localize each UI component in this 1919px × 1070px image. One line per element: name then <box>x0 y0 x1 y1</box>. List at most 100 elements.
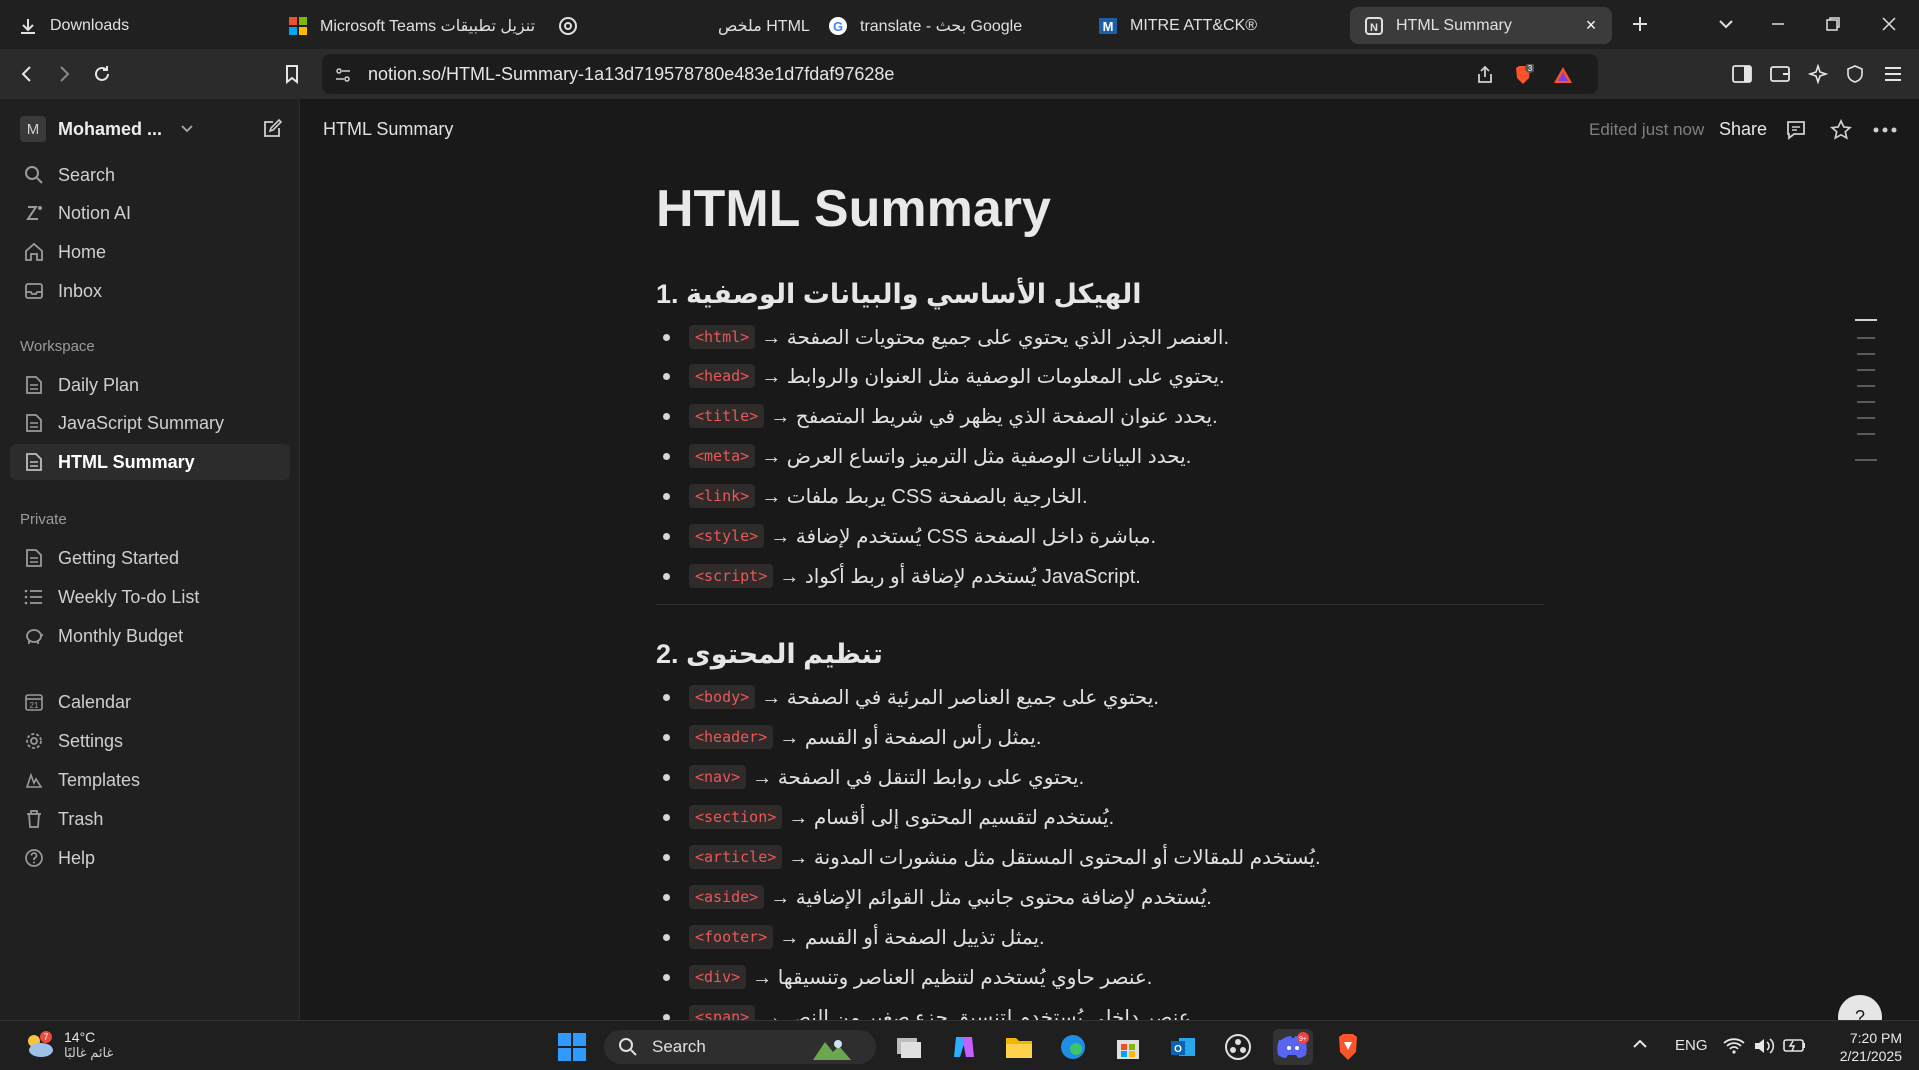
restore-icon[interactable] <box>1821 12 1845 36</box>
toc-marker[interactable] <box>1857 369 1875 371</box>
list-item[interactable]: <script> → يُستخدم لإضافة أو ربط أكواد Ja… <box>663 561 1141 591</box>
wallet-icon[interactable] <box>1768 62 1792 86</box>
site-settings-icon[interactable] <box>332 64 354 86</box>
wifi-icon[interactable] <box>1723 1037 1745 1059</box>
sidebar-item-monthly-budget[interactable]: Monthly Budget <box>10 618 290 654</box>
sidebar-item-templates[interactable]: Templates <box>10 762 290 798</box>
file-explorer-icon[interactable] <box>999 1029 1039 1065</box>
bookmark-icon[interactable] <box>280 62 304 86</box>
list-item[interactable]: <body> → يحتوي على جميع العناصر المرئية ف… <box>663 682 1159 712</box>
leo-ai-icon[interactable] <box>1806 62 1830 86</box>
brave-rewards-icon[interactable] <box>1552 64 1574 86</box>
list-item[interactable]: <header> → يمثل رأس الصفحة أو القسم. <box>663 722 1041 752</box>
list-item[interactable]: <footer> → يمثل تذييل الصفحة أو القسم. <box>663 922 1045 952</box>
close-tab-icon[interactable]: × <box>1582 16 1600 34</box>
forward-icon[interactable] <box>52 62 76 86</box>
toc-marker[interactable] <box>1855 319 1877 321</box>
url-text[interactable]: notion.so/HTML-Summary-1a13d719578780e48… <box>368 64 894 85</box>
sidebar-item-home[interactable]: Home <box>10 234 290 270</box>
favorite-star-icon[interactable] <box>1828 117 1854 143</box>
list-item[interactable]: <html> → العنصر الجذر الذي يحتوي على جميع… <box>663 322 1229 352</box>
battery-icon[interactable] <box>1783 1037 1807 1057</box>
weather-widget[interactable]: 7 14°C غائم غالبًا <box>22 1029 113 1061</box>
sidebar-toggle-icon[interactable] <box>1730 62 1754 86</box>
toc-marker[interactable] <box>1857 337 1875 339</box>
tab-teams[interactable]: Microsoft Teams تنزيل تطبيقات <box>274 7 544 44</box>
back-icon[interactable] <box>15 62 39 86</box>
tab-google[interactable]: G translate - بحث Google <box>814 7 1084 44</box>
page-icon <box>22 373 46 397</box>
comments-icon[interactable] <box>1783 117 1809 143</box>
sidebar-item-javascript-summary[interactable]: JavaScript Summary <box>10 405 290 441</box>
reload-icon[interactable] <box>90 62 114 86</box>
new-page-icon[interactable] <box>260 117 284 141</box>
toc-marker[interactable] <box>1857 433 1875 435</box>
tray-overflow-chevron-icon[interactable] <box>1632 1037 1648 1055</box>
share-button[interactable]: Share <box>1719 119 1767 140</box>
sidebar-item-weekly-todo[interactable]: Weekly To-do List <box>10 579 290 615</box>
new-tab-icon[interactable] <box>1628 12 1652 36</box>
discord-icon[interactable]: 9+ <box>1273 1029 1313 1065</box>
vpn-shield-icon[interactable] <box>1843 62 1867 86</box>
close-window-icon[interactable] <box>1877 12 1901 36</box>
microsoft-store-icon[interactable] <box>1108 1029 1148 1065</box>
input-language[interactable]: ENG <box>1675 1037 1708 1054</box>
browser-menu-icon[interactable] <box>1881 62 1905 86</box>
sidebar-item-help[interactable]: Help <box>10 840 290 876</box>
sidebar-item-inbox[interactable]: Inbox <box>10 273 290 309</box>
sidebar-item-calendar[interactable]: 21 Calendar <box>10 684 290 720</box>
workspace-switcher[interactable]: M Mohamed ... <box>20 116 194 142</box>
toc-marker[interactable] <box>1857 417 1875 419</box>
help-question-icon[interactable]: ? <box>1838 995 1882 1020</box>
sidebar-item-html-summary[interactable]: HTML Summary <box>10 444 290 480</box>
list-item[interactable]: <span> → عنصر داخلي يُستخدم لتنسيق جزء صغ… <box>663 1002 1196 1020</box>
sidebar-item-getting-started[interactable]: Getting Started <box>10 540 290 576</box>
page-title[interactable]: HTML Summary <box>656 179 1051 239</box>
windows-start-icon[interactable] <box>552 1029 592 1065</box>
list-item[interactable]: <head> → يحتوي على المعلومات الوصفية مثل … <box>663 361 1225 391</box>
volume-icon[interactable] <box>1753 1037 1775 1059</box>
toc-marker[interactable] <box>1857 385 1875 387</box>
outlook-icon[interactable]: O <box>1163 1029 1203 1065</box>
tab-mitre[interactable]: M MITRE ATT&CK® <box>1084 7 1344 44</box>
taskbar-search[interactable]: Search <box>604 1030 876 1064</box>
windows-taskbar: 7 14°C غائم غالبًا Search O 9+ ENG 7:20 … <box>0 1020 1919 1070</box>
tab-html-summary[interactable]: N HTML Summary × <box>1350 7 1612 44</box>
list-item[interactable]: <section> → يُستخدم لتقسيم المحتوى إلى أق… <box>663 802 1114 832</box>
toc-marker[interactable] <box>1857 401 1875 403</box>
list-item[interactable]: <meta> → يحدد البيانات الوصفية مثل الترمي… <box>663 441 1191 471</box>
tab-chatgpt[interactable]: ملخص HTML <box>544 7 814 44</box>
edge-icon[interactable] <box>1053 1029 1093 1065</box>
list-item[interactable]: <title> → يحدد عنوان الصفحة الذي يظهر في … <box>663 401 1218 431</box>
breadcrumb[interactable]: HTML Summary <box>323 119 453 140</box>
gear-icon <box>22 729 46 753</box>
bullet-dot <box>663 492 670 500</box>
section-heading-1[interactable]: 1. الهيكل الأساسي والبيانات الوصفية <box>656 279 1142 310</box>
list-item[interactable]: <nav> → يحتوي على روابط التنقل في الصفحة. <box>663 762 1084 792</box>
sidebar-item-trash[interactable]: Trash <box>10 801 290 837</box>
task-view-icon[interactable] <box>889 1029 929 1065</box>
copilot-icon[interactable] <box>944 1029 984 1065</box>
list-item[interactable]: <link> → يربط ملفات CSS الخارجية بالصفحة. <box>663 481 1088 511</box>
obs-icon[interactable] <box>1218 1029 1258 1065</box>
section-heading-2[interactable]: 2. تنظيم المحتوى <box>656 639 883 670</box>
sidebar-item-search[interactable]: Search <box>10 157 290 193</box>
minimize-icon[interactable] <box>1766 12 1790 36</box>
list-item[interactable]: <aside> → يُستخدم لإضافة محتوى جانبي مثل … <box>663 882 1212 912</box>
system-clock[interactable]: 7:20 PM 2/21/2025 <box>1822 1029 1902 1065</box>
sidebar-item-daily-plan[interactable]: Daily Plan <box>10 367 290 403</box>
brave-shields-icon[interactable]: 3 <box>1512 64 1534 86</box>
share-page-icon[interactable] <box>1474 64 1496 86</box>
sidebar-item-settings[interactable]: Settings <box>10 723 290 759</box>
list-item[interactable]: <style> → يُستخدم لإضافة CSS مباشرة داخل … <box>663 521 1156 551</box>
list-item[interactable]: <div> → عنصر حاوي يُستخدم لتنظيم العناصر … <box>663 962 1152 992</box>
list-item[interactable]: <article> → يُستخدم للمقالات أو المحتوى ا… <box>663 842 1321 872</box>
toc-marker[interactable] <box>1857 353 1875 355</box>
tab-downloads[interactable]: Downloads <box>4 7 264 44</box>
tab-search-chevron-icon[interactable] <box>1714 12 1738 36</box>
toc-marker[interactable] <box>1855 459 1877 461</box>
brave-browser-icon[interactable] <box>1328 1029 1368 1065</box>
address-bar[interactable]: notion.so/HTML-Summary-1a13d719578780e48… <box>322 54 1598 94</box>
more-options-icon[interactable] <box>1872 117 1898 143</box>
sidebar-item-notion-ai[interactable]: Notion AI <box>10 195 290 231</box>
